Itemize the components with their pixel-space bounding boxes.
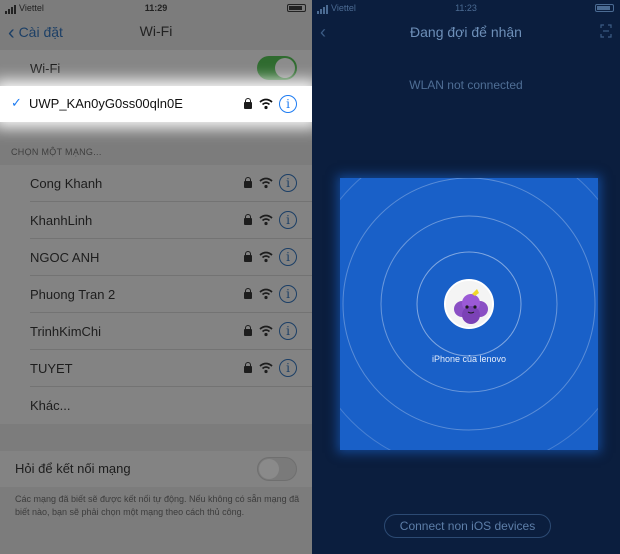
- lock-icon: [244, 177, 252, 188]
- radar-area: iPhone của lenovo: [340, 178, 598, 450]
- ask-to-join-row: Hỏi để kết nối mạng: [0, 451, 312, 487]
- other-network-label: Khác...: [30, 398, 71, 413]
- connected-network-row[interactable]: ✓ UWP_KAn0yG0ss00qln0E i: [0, 86, 312, 122]
- wifi-signal-icon: [259, 325, 273, 337]
- battery-icon: [595, 4, 614, 12]
- network-name: TUYET: [30, 361, 73, 376]
- lock-icon: [244, 362, 252, 373]
- grape-avatar-icon: [446, 281, 492, 327]
- page-title: Đang đợi để nhận: [410, 24, 522, 40]
- network-row[interactable]: TrinhKimChi i: [0, 313, 312, 350]
- battery-icon: [287, 4, 306, 12]
- info-icon[interactable]: i: [279, 174, 297, 192]
- status-time: 11:29: [144, 3, 168, 13]
- choose-network-header: CHỌN MỘT MẠNG...: [11, 147, 102, 157]
- lock-icon: [244, 98, 252, 109]
- status-time: 11:23: [455, 3, 477, 13]
- wifi-signal-icon: [259, 214, 273, 226]
- wifi-signal-icon: [259, 251, 273, 263]
- network-row[interactable]: Phuong Tran 2 i: [0, 276, 312, 313]
- scan-icon[interactable]: [600, 24, 612, 38]
- wifi-signal-icon: [259, 362, 273, 374]
- network-row[interactable]: NGOC ANH i: [0, 239, 312, 276]
- wifi-signal-icon: [259, 98, 273, 110]
- info-icon[interactable]: i: [279, 359, 297, 377]
- wifi-toggle[interactable]: [257, 56, 297, 80]
- receive-panel: Viettel 11:23 ‹ Đang đợi để nhận WLAN no…: [312, 0, 620, 554]
- info-icon[interactable]: i: [279, 248, 297, 266]
- other-network-row[interactable]: Khác...: [0, 387, 312, 424]
- network-name: Phuong Tran 2: [30, 287, 116, 302]
- wifi-settings-panel: Viettel 11:29 ‹ Cài đặt Wi-Fi Wi-Fi ✓ UW…: [0, 0, 312, 554]
- avatar[interactable]: [444, 279, 494, 329]
- lock-icon: [244, 251, 252, 262]
- network-row[interactable]: TUYET i: [0, 350, 312, 387]
- network-row[interactable]: Cong Khanh i: [0, 165, 312, 202]
- network-name: Cong Khanh: [30, 176, 103, 191]
- network-name: KhanhLinh: [30, 213, 93, 228]
- wifi-label: Wi-Fi: [30, 61, 61, 76]
- wifi-toggle-row: Wi-Fi: [0, 50, 312, 86]
- status-bar: Viettel 11:23: [312, 0, 620, 16]
- status-bar: Viettel 11:29: [0, 0, 312, 16]
- wlan-status: WLAN not connected: [409, 78, 523, 92]
- network-name: TrinhKimChi: [30, 324, 102, 339]
- device-name: iPhone của lenovo: [431, 354, 507, 364]
- ask-to-join-toggle[interactable]: [257, 457, 297, 481]
- info-icon[interactable]: i: [279, 211, 297, 229]
- ask-to-join-footnote: Các mạng đã biết sẽ được kết nối tự động…: [15, 494, 300, 517]
- checkmark-icon: ✓: [11, 95, 22, 110]
- lock-icon: [244, 288, 252, 299]
- info-icon[interactable]: i: [279, 285, 297, 303]
- ask-to-join-label: Hỏi để kết nối mạng: [15, 461, 131, 476]
- wifi-signal-icon: [259, 288, 273, 300]
- wifi-signal-icon: [259, 177, 273, 189]
- page-title: Wi-Fi: [139, 23, 173, 39]
- info-icon[interactable]: i: [279, 95, 297, 113]
- info-icon[interactable]: i: [279, 322, 297, 340]
- lock-icon: [244, 214, 252, 225]
- lock-icon: [244, 325, 252, 336]
- network-row[interactable]: KhanhLinh i: [0, 202, 312, 239]
- connect-non-ios-button[interactable]: Connect non iOS devices: [384, 514, 551, 538]
- connected-network-name: UWP_KAn0yG0ss00qln0E: [29, 96, 183, 111]
- network-name: NGOC ANH: [30, 250, 100, 265]
- network-list: Cong Khanh i KhanhLinh i NGOC ANH i Phuo…: [0, 165, 312, 424]
- nav-bar: ‹ Cài đặt Wi-Fi: [0, 16, 312, 46]
